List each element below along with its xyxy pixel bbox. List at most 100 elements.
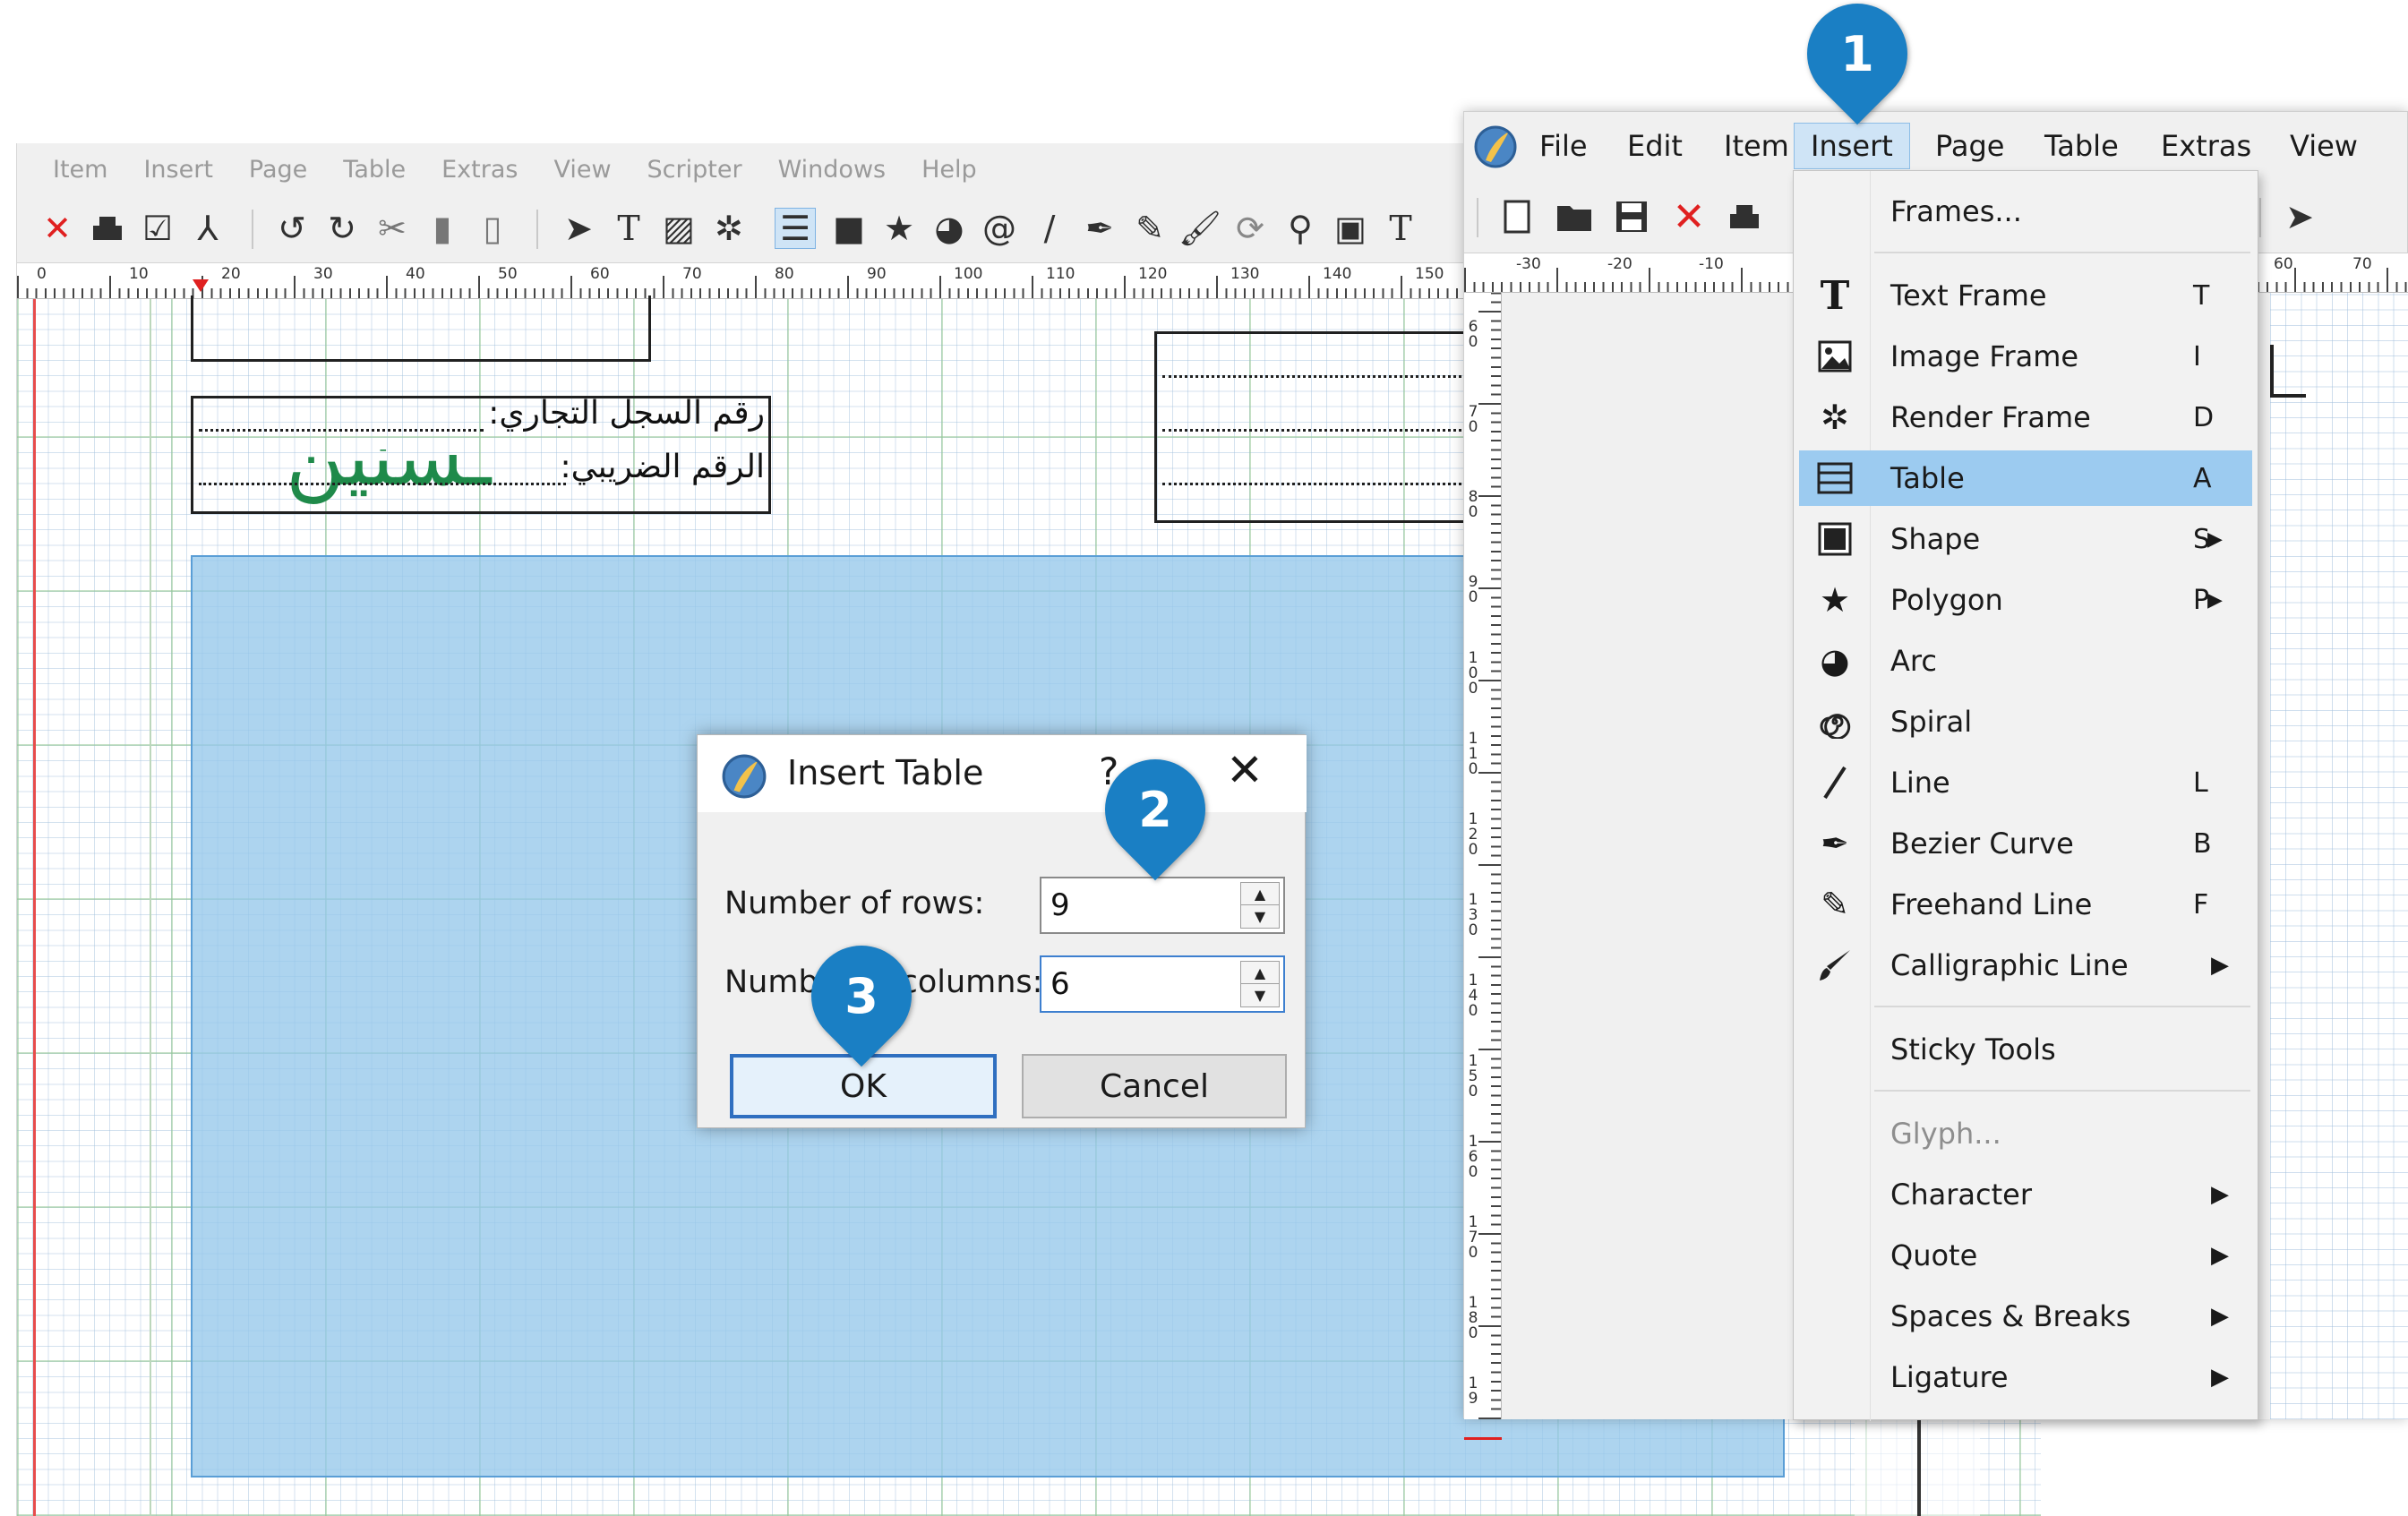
bg-menu-insert[interactable]: Insert (143, 156, 212, 184)
bg-menu-extras[interactable]: Extras (441, 156, 518, 184)
stepper-up-icon[interactable]: ▲ (1241, 962, 1279, 984)
menu-item-render-frame[interactable]: ✲ Render Frame D (1799, 390, 2252, 445)
shape-icon[interactable]: ■ (828, 208, 870, 249)
vertical-ruler: 6 0 7 0 8 0 9 0 1 0 0 1 1 0 1 2 0 1 3 0 … (1464, 293, 1502, 1440)
polygon-icon[interactable]: ★ (878, 208, 920, 249)
menu-item[interactable]: Item (1708, 123, 1805, 169)
stepper-down-icon[interactable]: ▼ (1241, 984, 1279, 1006)
menu-page[interactable]: Page (1919, 123, 2020, 169)
bg-menu-item[interactable]: Item (53, 156, 107, 184)
open-folder-icon[interactable] (1554, 196, 1595, 237)
bg-menu-help[interactable]: Help (921, 156, 977, 184)
redo-icon[interactable]: ↻ (321, 208, 363, 249)
ruler-label: 120 (1138, 265, 1168, 283)
menu-item-line[interactable]: Line L (1799, 755, 2252, 810)
preflight-check-icon[interactable]: ☑ (137, 208, 178, 249)
horizontal-ruler: 0 10 20 30 40 50 60 70 80 90 100 110 120… (17, 263, 1468, 299)
story-editor-icon[interactable]: T (1380, 208, 1421, 249)
submenu-arrow-icon: ▶ (2211, 1181, 2229, 1208)
menu-edit[interactable]: Edit (1611, 123, 1699, 169)
menu-item-table[interactable]: Table A (1799, 450, 2252, 506)
columns-input[interactable] (1041, 957, 1242, 1011)
column-guide (150, 299, 151, 1516)
spiral-icon[interactable]: @ (979, 208, 1020, 249)
zoom-icon[interactable]: ⚲ (1280, 208, 1321, 249)
menu-extras[interactable]: Extras (2145, 123, 2267, 169)
ruler-label: 9 0 (1468, 573, 1478, 606)
submenu-arrow-icon: ▶ (2211, 1364, 2229, 1391)
arc-icon[interactable]: ◕ (929, 208, 970, 249)
dialog-titlebar[interactable]: Insert Table ? ✕ (698, 735, 1307, 812)
menu-item-label: Quote (1890, 1238, 1978, 1272)
rows-stepper[interactable]: ▲ ▼ (1240, 882, 1280, 929)
export-pdf-icon[interactable]: ⅄ (187, 208, 228, 249)
close-icon[interactable]: ✕ (1226, 744, 1264, 796)
rows-input[interactable] (1041, 878, 1242, 932)
menu-table[interactable]: Table (2028, 123, 2135, 169)
close-document-icon[interactable]: ✕ (1668, 194, 1710, 240)
table-tool-icon[interactable]: ☰ (775, 208, 816, 249)
menu-item-bezier-curve[interactable]: ✒ Bezier Curve B (1799, 816, 2252, 871)
print-icon[interactable] (1724, 196, 1765, 237)
bg-menu-windows[interactable]: Windows (778, 156, 887, 184)
menu-item-frames[interactable]: Frames... (1799, 184, 2252, 239)
menu-item-label: Glyph... (1890, 1117, 2001, 1151)
stepper-up-icon[interactable]: ▲ (1241, 883, 1279, 905)
columns-spinbox[interactable]: ▲ ▼ (1040, 955, 1285, 1013)
menu-item-arc[interactable]: ◕ Arc (1799, 633, 2252, 689)
menu-insert[interactable]: Insert (1794, 123, 1910, 169)
ruler-label: 60 (590, 265, 610, 283)
text-frame-icon: T (1820, 272, 1850, 319)
bezier-curve-icon[interactable]: ✒ (1079, 208, 1120, 249)
tax-number-label: الرقم الضريبي: (560, 449, 765, 485)
commercial-register-label: رقم السجل التجاري: (488, 395, 765, 432)
spiral-icon (1815, 702, 1855, 741)
menu-item-spiral[interactable]: Spiral (1799, 694, 2252, 749)
undo-icon[interactable]: ↺ (271, 208, 313, 249)
image-frame-icon[interactable]: ▨ (658, 208, 699, 249)
text-frame-icon[interactable]: T (608, 208, 649, 249)
step-callout-3: 3 (790, 924, 933, 1067)
company-info-frame[interactable]: رقم السجل التجاري: الرقم الضريبي: (191, 395, 771, 514)
freehand-line-icon[interactable]: ✎ (1129, 208, 1170, 249)
menu-item-calligraphic-line[interactable]: Calligraphic Line ▶ (1799, 938, 2252, 993)
close-doc-icon[interactable]: ✕ (37, 208, 78, 249)
menu-item-shape[interactable]: Shape S ▶ (1799, 511, 2252, 567)
columns-stepper[interactable]: ▲ ▼ (1240, 961, 1280, 1007)
menu-item-freehand-line[interactable]: ✎ Freehand Line F (1799, 877, 2252, 932)
menu-item-spaces-breaks[interactable]: Spaces & Breaks ▶ (1799, 1289, 2252, 1344)
menu-view[interactable]: View (2274, 123, 2374, 169)
ruler-label: -30 (1516, 255, 1541, 273)
address-frame[interactable] (1154, 331, 1495, 523)
bg-menu-page[interactable]: Page (249, 156, 307, 184)
stepper-down-icon[interactable]: ▼ (1241, 905, 1279, 928)
print-icon[interactable] (87, 208, 128, 249)
menu-item-text-frame[interactable]: T Text Frame T (1799, 268, 2252, 323)
menu-item-image-frame[interactable]: Image Frame I (1799, 329, 2252, 384)
rotate-icon[interactable]: ⟳ (1230, 208, 1271, 249)
bg-menu-view[interactable]: View (553, 156, 611, 184)
paste-icon[interactable]: ▯ (472, 208, 513, 249)
bg-menu-scripter[interactable]: Scripter (647, 156, 742, 184)
cancel-button[interactable]: Cancel (1022, 1054, 1287, 1118)
menu-item-character[interactable]: Character ▶ (1799, 1167, 2252, 1222)
rows-spinbox[interactable]: ▲ ▼ (1040, 877, 1285, 934)
menu-item-polygon[interactable]: ★ Polygon P ▶ (1799, 572, 2252, 628)
menu-item-ligature[interactable]: Ligature ▶ (1799, 1349, 2252, 1405)
calligraphic-line-icon[interactable]: 🖌 (1178, 208, 1221, 249)
logo-frame[interactable] (191, 295, 651, 362)
bg-menu-table[interactable]: Table (343, 156, 406, 184)
copy-icon[interactable]: ▮ (422, 208, 463, 249)
new-document-icon[interactable] (1496, 196, 1538, 237)
ruler-label: -20 (1607, 255, 1632, 273)
menu-file[interactable]: File (1523, 123, 1604, 169)
menu-item-quote[interactable]: Quote ▶ (1799, 1228, 2252, 1283)
menu-item-sticky-tools[interactable]: Sticky Tools (1799, 1022, 2252, 1077)
render-frame-icon[interactable]: ✲ (708, 208, 750, 249)
save-icon[interactable] (1611, 196, 1652, 237)
select-arrow-icon[interactable]: ➤ (2279, 196, 2320, 237)
cut-icon[interactable]: ✂ (372, 208, 413, 249)
select-arrow-icon[interactable]: ➤ (558, 208, 599, 249)
edit-text-icon[interactable]: ▣ (1330, 208, 1371, 249)
line-icon[interactable]: / (1029, 208, 1070, 249)
